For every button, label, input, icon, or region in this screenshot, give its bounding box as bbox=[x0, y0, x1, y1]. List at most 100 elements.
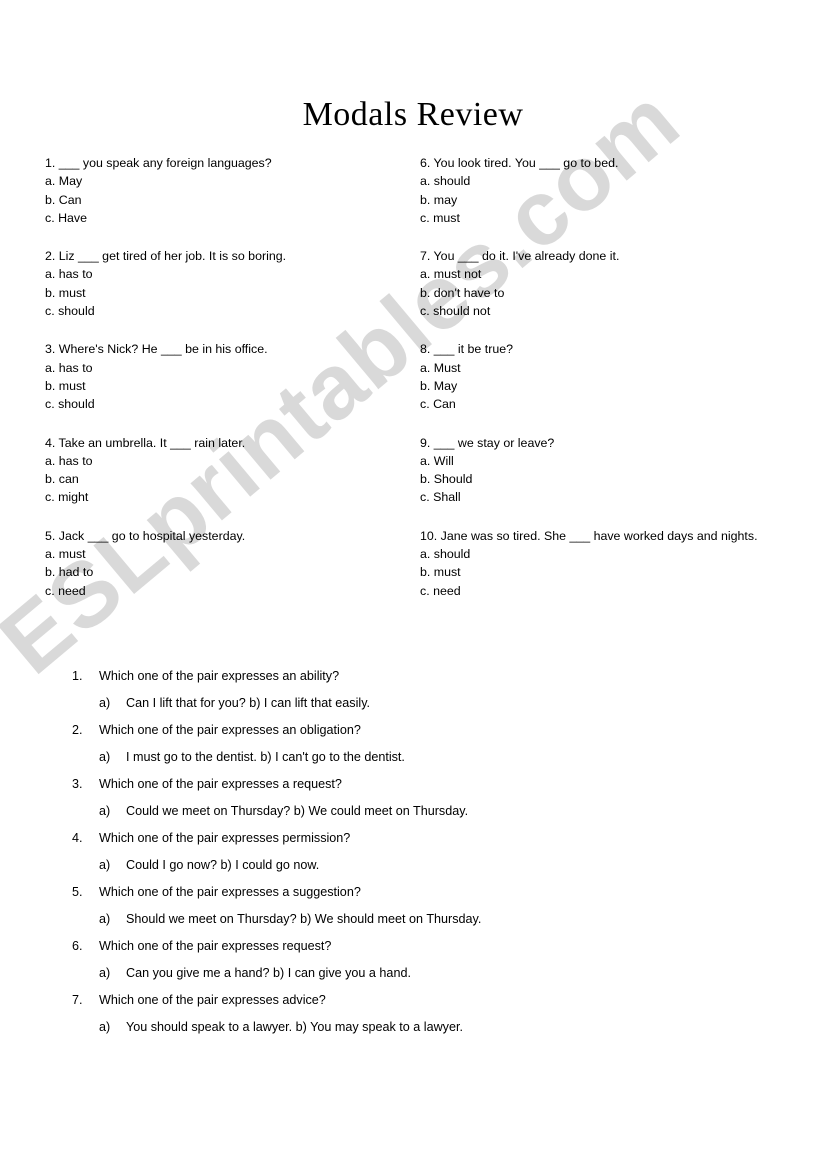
mcq-option[interactable]: b. can bbox=[45, 470, 395, 488]
pair-answer-text: Can you give me a hand? b) I can give yo… bbox=[126, 966, 411, 980]
pair-answer-row[interactable]: a) Could I go now? b) I could go now. bbox=[99, 852, 752, 879]
mcq-question-stem: 7. You ___ do it. I've already done it. bbox=[420, 249, 620, 264]
mcq-question: 1. ___ you speak any foreign languages? a… bbox=[45, 154, 395, 227]
mcq-question-stem: 4. Take an umbrella. It ___ rain later. bbox=[45, 435, 246, 450]
page-title: Modals Review bbox=[302, 96, 524, 133]
pair-answer-marker: a) bbox=[99, 858, 111, 872]
mcq-question-stem: 10. Jane was so tired. She ___ have work… bbox=[420, 528, 758, 543]
pair-item: 2. Which one of the pair expresses an obl… bbox=[72, 717, 752, 771]
pair-answer-marker: a) bbox=[99, 1020, 111, 1034]
mcq-question-stem: 6. You look tired. You ___ go to bed. bbox=[420, 156, 619, 170]
pair-question-row: 6. Which one of the pair expresses reques… bbox=[72, 933, 752, 960]
pair-question-row: 1. Which one of the pair expresses an abi… bbox=[72, 663, 752, 690]
mcq-question-stem: 5. Jack ___ go to hospital yesterday. bbox=[45, 528, 246, 543]
pair-item: 6. Which one of the pair expresses reques… bbox=[72, 933, 752, 987]
pair-question-text: Which one of the pair expresses an abili… bbox=[99, 669, 340, 683]
mcq-option[interactable]: a. May bbox=[45, 172, 395, 190]
mcq-option[interactable]: c. must bbox=[420, 209, 775, 227]
pair-question-text: Which one of the pair expresses an oblig… bbox=[99, 723, 361, 737]
pair-answer-marker: a) bbox=[99, 912, 111, 926]
pair-answer-marker: a) bbox=[99, 966, 111, 980]
mcq-option[interactable]: b. must bbox=[420, 563, 775, 581]
mcq-question: 3. Where's Nick? He ___ be in his office… bbox=[45, 340, 395, 413]
pair-answer-marker: a) bbox=[99, 750, 111, 764]
mcq-option[interactable]: a. should bbox=[420, 172, 775, 190]
pair-question-text: Which one of the pair expresses request? bbox=[99, 939, 332, 953]
pair-question-row: 7. Which one of the pair expresses advice… bbox=[72, 987, 752, 1014]
pair-answer-text: I must go to the dentist. b) I can't go … bbox=[126, 750, 405, 764]
pair-question-text: Which one of the pair expresses advice? bbox=[99, 993, 326, 1007]
mcq-question-stem: 1. ___ you speak any foreign languages? bbox=[45, 156, 272, 170]
mcq-option[interactable]: c. might bbox=[45, 488, 395, 506]
pair-answer-row[interactable]: a) You should speak to a lawyer. b) You m… bbox=[99, 1014, 752, 1041]
mcq-option[interactable]: a. has to bbox=[45, 359, 395, 377]
mcq-question-stem: 2. Liz ___ get tired of her job. It is s… bbox=[45, 249, 287, 264]
mcq-question: 9. ___ we stay or leave? a. Will b. Should… bbox=[420, 434, 775, 507]
mcq-option[interactable]: c. should bbox=[45, 395, 395, 413]
pair-question-row: 5. Which one of the pair expresses a sugg… bbox=[72, 879, 752, 906]
pair-answer-text: Should we meet on Thursday? b) We should… bbox=[126, 912, 482, 926]
mcq-option[interactable]: b. Should bbox=[420, 470, 775, 488]
pair-answer-row[interactable]: a) Can you give me a hand? b) I can give … bbox=[99, 960, 752, 987]
mcq-option[interactable]: a. must bbox=[45, 545, 395, 563]
mcq-option[interactable]: b. May bbox=[420, 377, 775, 395]
pair-item: 5. Which one of the pair expresses a sugg… bbox=[72, 879, 752, 933]
pair-number: 4. bbox=[72, 831, 83, 845]
pair-question-text: Which one of the pair expresses a reques… bbox=[99, 777, 342, 791]
mcq-question-stem: 3. Where's Nick? He ___ be in his office… bbox=[45, 342, 268, 357]
mcq-option[interactable]: c. Shall bbox=[420, 488, 775, 506]
mcq-option[interactable]: c. Can bbox=[420, 395, 775, 413]
pair-answer-row[interactable]: a) I must go to the dentist. b) I can't g… bbox=[99, 744, 752, 771]
pair-answer-marker: a) bbox=[99, 696, 111, 710]
pair-item: 4. Which one of the pair expresses permis… bbox=[72, 825, 752, 879]
mcq-option[interactable]: b. don't have to bbox=[420, 284, 775, 302]
pair-answer-text: Can I lift that for you? b) I can lift t… bbox=[126, 696, 371, 710]
mcq-question: 10. Jane was so tired. She ___ have work… bbox=[420, 527, 775, 600]
mcq-option[interactable]: b. must bbox=[45, 377, 395, 395]
worksheet-page: ESLprintables.com Modals Review 1. ___ y… bbox=[0, 0, 826, 1169]
mcq-option[interactable]: a. has to bbox=[45, 452, 395, 470]
pair-answer-text: Could I go now? b) I could go now. bbox=[126, 858, 320, 872]
mcq-option[interactable]: c. need bbox=[420, 582, 775, 600]
pair-answer-row[interactable]: a) Could we meet on Thursday? b) We could… bbox=[99, 798, 752, 825]
mcq-left-column: 1. ___ you speak any foreign languages? a… bbox=[45, 154, 395, 600]
pair-number: 2. bbox=[72, 723, 83, 737]
pair-questions-section: 1. Which one of the pair expresses an abi… bbox=[72, 663, 752, 1041]
mcq-option[interactable]: a. Must bbox=[420, 359, 775, 377]
mcq-option[interactable]: a. should bbox=[420, 545, 775, 563]
mcq-option[interactable]: c. should not bbox=[420, 302, 775, 320]
mcq-question: 8. ___ it be true? a. Must b. May c. Can bbox=[420, 340, 775, 413]
pair-answer-text: Could we meet on Thursday? b) We could m… bbox=[126, 804, 469, 818]
pair-item: 7. Which one of the pair expresses advice… bbox=[72, 987, 752, 1041]
pair-number: 1. bbox=[72, 669, 83, 683]
mcq-option[interactable]: c. Have bbox=[45, 209, 395, 227]
mcq-option[interactable]: b. Can bbox=[45, 191, 395, 209]
pair-answer-row[interactable]: a) Should we meet on Thursday? b) We shou… bbox=[99, 906, 752, 933]
mcq-question: 2. Liz ___ get tired of her job. It is s… bbox=[45, 247, 395, 320]
mcq-question: 7. You ___ do it. I've already done it. a… bbox=[420, 247, 775, 320]
pair-question-row: 2. Which one of the pair expresses an obl… bbox=[72, 717, 752, 744]
mcq-question: 6. You look tired. You ___ go to bed. a. … bbox=[420, 154, 775, 227]
pair-answer-row[interactable]: a) Can I lift that for you? b) I can lift… bbox=[99, 690, 752, 717]
mcq-option[interactable]: c. should bbox=[45, 302, 395, 320]
mcq-option[interactable]: b. had to bbox=[45, 563, 395, 581]
mcq-option[interactable]: c. need bbox=[45, 582, 395, 600]
mcq-question: 4. Take an umbrella. It ___ rain later. a… bbox=[45, 434, 395, 507]
pair-answer-marker: a) bbox=[99, 804, 111, 818]
pair-question-row: 4. Which one of the pair expresses permis… bbox=[72, 825, 752, 852]
multiple-choice-section: 1. ___ you speak any foreign languages? a… bbox=[0, 154, 826, 614]
mcq-option[interactable]: a. must not bbox=[420, 265, 775, 283]
pair-number: 3. bbox=[72, 777, 83, 791]
mcq-option[interactable]: a. Will bbox=[420, 452, 775, 470]
mcq-question-stem: 8. ___ it be true? bbox=[420, 342, 513, 357]
mcq-question-stem: 9. ___ we stay or leave? bbox=[420, 435, 555, 450]
pair-question-row: 3. Which one of the pair expresses a requ… bbox=[72, 771, 752, 798]
mcq-question: 5. Jack ___ go to hospital yesterday. a. … bbox=[45, 527, 395, 600]
pair-question-text: Which one of the pair expresses permissi… bbox=[99, 831, 351, 845]
mcq-option[interactable]: b. may bbox=[420, 191, 775, 209]
pair-item: 1. Which one of the pair expresses an abi… bbox=[72, 663, 752, 717]
mcq-right-column: 6. You look tired. You ___ go to bed. a. … bbox=[420, 154, 775, 600]
mcq-option[interactable]: b. must bbox=[45, 284, 395, 302]
mcq-option[interactable]: a. has to bbox=[45, 265, 395, 283]
pair-answer-text: You should speak to a lawyer. b) You may… bbox=[126, 1020, 463, 1034]
